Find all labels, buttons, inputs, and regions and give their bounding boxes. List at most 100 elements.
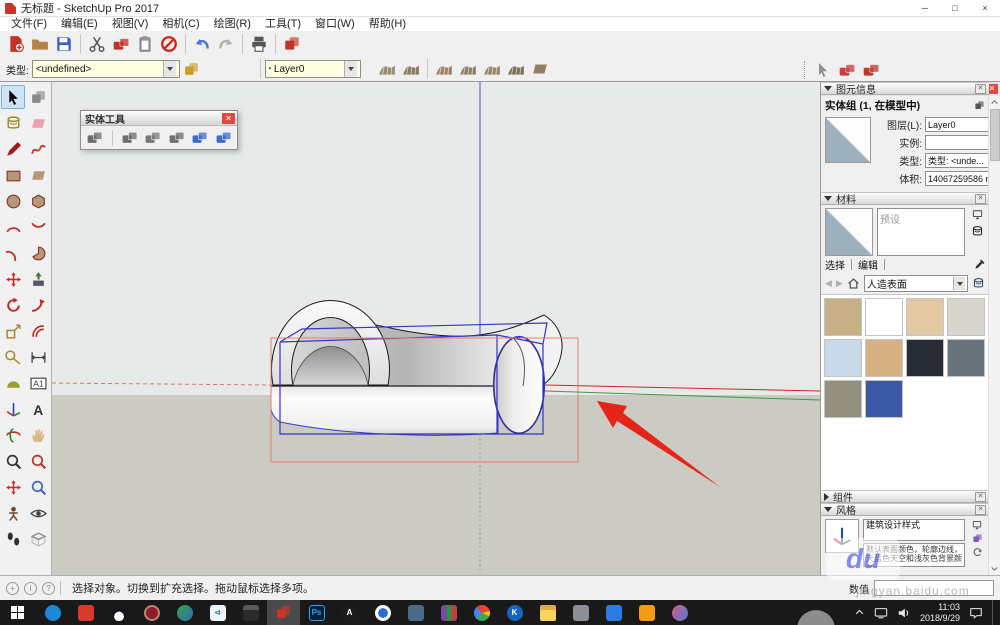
taskbar-app-illustrator[interactable]: A xyxy=(333,600,366,625)
components-close-icon[interactable]: ✕ xyxy=(975,492,986,502)
zoom-window-tool[interactable] xyxy=(26,449,50,473)
offset-tool[interactable] xyxy=(26,319,50,343)
taskbar-app-kingsoft[interactable]: K xyxy=(498,600,531,625)
section-plane-tool[interactable] xyxy=(26,527,50,551)
collection-dropdown[interactable]: 人造表面 xyxy=(864,275,968,292)
menu-help[interactable]: 帮助(H) xyxy=(362,17,413,31)
material-swatch[interactable] xyxy=(865,339,903,377)
back-arrow-icon[interactable]: ◀ xyxy=(825,278,832,289)
taskbar-app-baidu-netdisk[interactable] xyxy=(366,600,399,625)
open-button[interactable] xyxy=(28,33,52,55)
taskbar-app-calculator[interactable] xyxy=(234,600,267,625)
solid-tools-window[interactable]: 实体工具 ✕ xyxy=(80,110,238,150)
print-button[interactable] xyxy=(247,33,271,55)
drape-button[interactable] xyxy=(480,58,504,80)
rotated-rectangle-tool[interactable] xyxy=(26,163,50,187)
taskbar-app-thunder[interactable]: ⊲ xyxy=(201,600,234,625)
material-swatch[interactable] xyxy=(824,339,862,377)
entity-info-close-icon[interactable]: ✕ xyxy=(975,84,986,94)
push-pull-tool[interactable] xyxy=(26,267,50,291)
close-button[interactable]: × xyxy=(970,0,1000,17)
three-point-arc-tool[interactable] xyxy=(1,241,25,265)
taskbar-app-shield[interactable] xyxy=(630,600,663,625)
material-swatch[interactable] xyxy=(824,298,862,336)
paste-button[interactable] xyxy=(133,33,157,55)
flip-edge-button[interactable] xyxy=(528,58,552,80)
stamp-button[interactable] xyxy=(456,58,480,80)
toolbar-grip[interactable] xyxy=(804,61,807,79)
tray-chevron-up-icon[interactable] xyxy=(854,607,865,618)
taskbar-app-chrome[interactable] xyxy=(465,600,498,625)
eraser-tool[interactable] xyxy=(26,111,50,135)
materials-close-icon[interactable]: ✕ xyxy=(975,194,986,204)
type-dropdown[interactable]: <undefined> xyxy=(32,60,180,78)
scroll-down-icon[interactable] xyxy=(989,562,1000,575)
material-swatch[interactable] xyxy=(865,298,903,336)
protractor-tool[interactable] xyxy=(1,371,25,395)
sample-paint-icon[interactable] xyxy=(972,277,985,290)
action-center-icon[interactable] xyxy=(969,606,983,620)
chevron-down-icon[interactable] xyxy=(344,61,357,77)
walk-tool[interactable] xyxy=(1,527,25,551)
menu-tools[interactable]: 工具(T) xyxy=(258,17,308,31)
solid-tools-close-button[interactable]: ✕ xyxy=(222,113,235,124)
sandbox-from-contours-button[interactable] xyxy=(375,58,399,80)
secondary-pane-icon[interactable] xyxy=(972,209,983,220)
union-button[interactable] xyxy=(142,128,164,147)
styles-close-icon[interactable]: ✕ xyxy=(975,505,986,515)
measurements-input[interactable] xyxy=(874,580,994,596)
material-swatch[interactable] xyxy=(947,298,985,336)
taskbar-app-google-earth[interactable] xyxy=(168,600,201,625)
material-swatch[interactable] xyxy=(947,339,985,377)
solid-tools-titlebar[interactable]: 实体工具 ✕ xyxy=(81,111,237,126)
taskbar-app-netmeeting[interactable] xyxy=(135,600,168,625)
taskbar-app-sketchup[interactable] xyxy=(267,600,300,625)
rotate-tool[interactable] xyxy=(1,293,25,317)
line-tool[interactable] xyxy=(1,137,25,161)
toggle-pane-icon[interactable] xyxy=(974,100,985,111)
copy-button[interactable] xyxy=(109,33,133,55)
zoom-extents-tool[interactable] xyxy=(1,475,25,499)
volume-tray-icon[interactable] xyxy=(897,606,911,620)
refresh-icon[interactable] xyxy=(972,547,983,558)
eyedropper-icon[interactable] xyxy=(974,259,985,270)
dimension-tool[interactable] xyxy=(26,345,50,369)
materials-header[interactable]: 材料 ✕ xyxy=(821,192,989,205)
taskbar-app-photos[interactable] xyxy=(399,600,432,625)
menu-edit[interactable]: 编辑(E) xyxy=(54,17,105,31)
paint-bucket-tool[interactable] xyxy=(1,111,25,135)
threed-text-tool[interactable] xyxy=(26,397,50,421)
material-name-box[interactable]: 预设 xyxy=(877,208,965,256)
credits-icon[interactable]: i xyxy=(24,582,37,595)
maximize-button[interactable]: □ xyxy=(940,0,970,17)
forward-arrow-icon[interactable]: ▶ xyxy=(836,278,843,289)
pie-tool[interactable] xyxy=(26,241,50,265)
taskbar-app-paw[interactable] xyxy=(663,600,696,625)
look-around-tool[interactable] xyxy=(26,501,50,525)
material-swatch[interactable] xyxy=(906,339,944,377)
add-detail-button[interactable] xyxy=(504,58,528,80)
outer-shell-button[interactable] xyxy=(84,128,106,147)
scrollbar-thumb[interactable] xyxy=(990,109,1000,161)
new-document-button[interactable] xyxy=(4,33,28,55)
material-swatch[interactable] xyxy=(865,380,903,418)
subtract-button[interactable] xyxy=(165,128,187,147)
menu-camera[interactable]: 相机(C) xyxy=(155,17,206,31)
update-style-icon[interactable] xyxy=(972,533,983,544)
select-tool[interactable] xyxy=(1,85,25,109)
classifier-add-button[interactable] xyxy=(859,59,883,81)
show-desktop-button[interactable] xyxy=(992,600,996,625)
classifier-tag-button[interactable] xyxy=(835,59,859,81)
secondary-pane-icon[interactable] xyxy=(972,520,982,530)
trim-button[interactable] xyxy=(189,128,211,147)
zoom-previous-tool[interactable] xyxy=(26,475,50,499)
cut-button[interactable] xyxy=(85,33,109,55)
arc-tool[interactable] xyxy=(1,215,25,239)
taskbar-clock[interactable]: 11:03 2018/9/29 xyxy=(920,602,960,624)
taskbar-app-winrar[interactable] xyxy=(432,600,465,625)
intersect-button[interactable] xyxy=(118,128,140,147)
axes-tool[interactable] xyxy=(1,397,25,421)
help-icon[interactable]: ? xyxy=(42,582,55,595)
freehand-tool[interactable] xyxy=(26,137,50,161)
style-name-box[interactable]: 建筑设计样式 xyxy=(863,519,965,541)
